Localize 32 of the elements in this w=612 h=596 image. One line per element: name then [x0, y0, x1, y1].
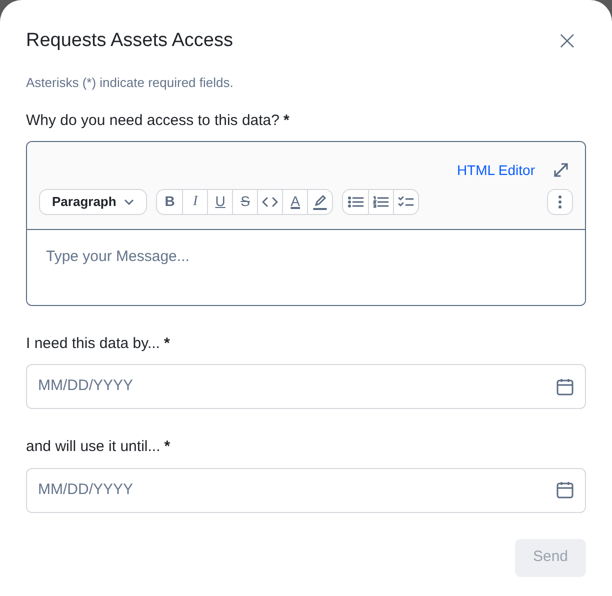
calendar-icon[interactable] [556, 481, 574, 499]
marker-icon [313, 194, 328, 210]
bulleted-list-icon [348, 196, 364, 208]
required-asterisk: * [164, 437, 170, 457]
italic-button[interactable]: I [182, 190, 208, 214]
checklist-icon [398, 196, 414, 208]
message-field[interactable]: Type your Message... [27, 230, 585, 304]
date-field[interactable]: MM/DD/YYYY [26, 364, 586, 409]
required-note: Asterisks (*) indicate required fields. [26, 74, 234, 92]
date-input[interactable]: MM/DD/YYYY [38, 478, 556, 502]
field-label: and will use it until... [26, 437, 160, 457]
chevron-down-icon [124, 198, 134, 204]
close-button[interactable]: × [556, 28, 578, 54]
html-editor-link[interactable]: HTML Editor [456, 160, 535, 180]
numbered-list-icon [373, 196, 390, 208]
calendar-icon[interactable] [556, 378, 574, 396]
bold-button[interactable]: B [157, 190, 182, 214]
field-label: Why do you need access to this data? [26, 111, 280, 131]
expand-icon[interactable] [553, 162, 569, 178]
text-color-button[interactable]: A [282, 190, 308, 214]
date-input[interactable]: MM/DD/YYYY [38, 375, 556, 398]
code-icon [262, 196, 278, 208]
required-asterisk: * [283, 111, 290, 131]
required-asterisk: * [164, 334, 170, 354]
date-field[interactable]: MM/DD/YYYY [26, 468, 586, 512]
underline-button[interactable]: U [207, 190, 232, 214]
strikethrough-button[interactable]: S [232, 190, 258, 214]
dialog-title: Requests Assets Access [26, 29, 233, 53]
more-options-button[interactable] [547, 188, 573, 214]
more-icon [558, 194, 562, 208]
block-style-dropdown[interactable]: Paragraph [39, 188, 148, 214]
field-label: I need this data by... [26, 334, 160, 354]
